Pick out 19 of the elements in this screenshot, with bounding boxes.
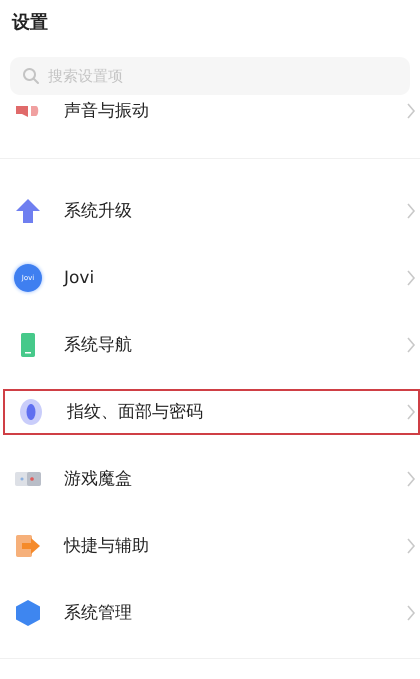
chevron-right-icon (406, 402, 416, 420)
settings-item[interactable]: 系统升级 (0, 188, 420, 234)
chevron-right-icon (406, 536, 416, 554)
settings-item[interactable]: 系统导航 (0, 322, 420, 368)
chevron-right-icon (406, 102, 416, 120)
settings-item[interactable]: 系统管理 (0, 590, 420, 636)
chevron-right-icon (406, 268, 416, 286)
chevron-right-icon (406, 470, 416, 488)
chevron-right-icon (406, 604, 416, 622)
chevron-right-icon (406, 336, 416, 354)
oval-icon (17, 398, 45, 426)
chevron-right-icon (406, 202, 416, 220)
settings-item[interactable]: 快捷与辅助 (0, 522, 420, 568)
page-title: 设置 (10, 11, 49, 35)
hexagon-icon (14, 598, 42, 626)
settings-item[interactable]: 游戏魔盒 (0, 456, 420, 502)
arrow-up-icon (14, 196, 42, 224)
settings-item[interactable]: 声音与振动 (0, 95, 420, 134)
settings-item[interactable]: 指纹、面部与密码 (3, 388, 420, 434)
